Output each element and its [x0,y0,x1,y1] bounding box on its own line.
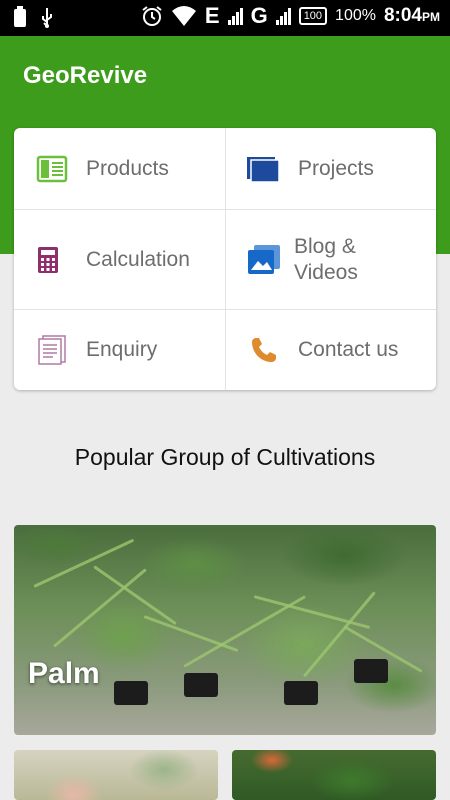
signal-strength-icon [227,7,243,25]
menu-item-label: Blog & Videos [294,234,358,284]
section-title: Popular Group of Cultivations [74,444,376,470]
usb-icon [42,8,52,28]
menu-item-label: Products [86,156,169,180]
app-title: GeoRevive [23,62,148,89]
products-icon [34,151,70,187]
clock-ampm: PM [422,10,440,24]
cultivation-card-palm[interactable]: Palm [14,525,436,735]
menu-item-enquiry[interactable]: Enquiry [14,310,225,390]
document-icon [34,332,70,368]
network-type-e: E [204,3,220,28]
menu-item-label: Enquiry [86,338,158,361]
wifi-icon [171,6,196,26]
phone-icon [246,332,282,368]
menu-item-blog-videos[interactable]: Blog & Videos [226,210,436,309]
clock-time: 8:04 [383,5,422,26]
battery-icon: 100 [298,7,328,25]
calculator-icon [30,242,66,278]
cultivation-card[interactable] [14,750,218,800]
menu-item-label: Contact us [298,338,399,361]
menu-item-products[interactable]: Products [14,128,225,209]
status-bar: E G 100 100% 8:04PM [0,0,450,36]
projects-icon [246,151,282,187]
menu-item-label: Projects [298,156,374,180]
clock: 8:04PM [384,5,440,27]
battery-saver-icon [14,6,26,27]
image-gallery-icon [246,242,282,278]
menu-item-projects[interactable]: Projects [226,128,436,209]
cultivation-name: Palm [28,657,100,690]
menu-item-calculation[interactable]: Calculation [14,210,225,309]
menu-item-contact-us[interactable]: Contact us [226,310,436,390]
menu-card: Products Projects Calculation Blog & Vid… [14,128,436,390]
cultivation-card[interactable] [232,750,436,800]
alarm-icon [142,6,162,26]
signal-strength-icon [275,7,291,25]
menu-item-label: Calculation [86,247,190,271]
battery-percent: 100% [335,7,376,24]
network-type-g: G [250,3,268,28]
